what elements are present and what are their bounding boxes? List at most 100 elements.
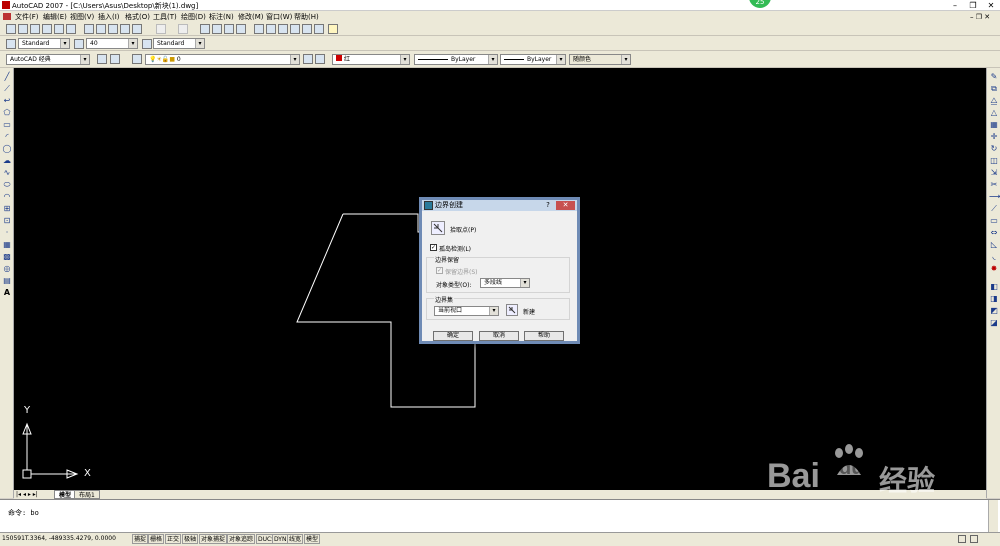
preview-icon[interactable] [54,24,64,34]
model-toggle[interactable]: 模型 [304,534,321,544]
bring-above-icon[interactable]: ◪ [989,318,999,327]
help-question-icon[interactable]: ? [542,201,554,210]
open-icon[interactable] [18,24,28,34]
new-boundary-set-icon[interactable] [506,304,518,316]
layer-previous-icon[interactable] [315,54,325,64]
rectangle-icon[interactable]: ▭ [2,120,12,129]
undo-icon[interactable] [156,24,166,34]
break-at-point-icon[interactable]: ⟋ [989,204,999,213]
erase-icon[interactable]: ✎ [989,72,999,81]
menu-format[interactable]: 格式(O) [125,12,150,22]
boundary-set-select[interactable]: 当前视口 ▾ [434,306,499,316]
menu-insert[interactable]: 插入(I) [98,12,120,22]
pan-icon[interactable] [200,24,210,34]
minimize-icon[interactable]: – [946,0,964,11]
sheet-set-icon[interactable] [290,24,300,34]
help-button[interactable]: 帮助 [524,331,564,341]
rotate-icon[interactable]: ↻ [989,144,999,153]
dialog-close-icon[interactable]: ✕ [556,201,575,210]
bring-front-icon[interactable]: ◨ [989,294,999,303]
menu-tools[interactable]: 工具(T) [153,12,177,22]
cut-icon[interactable] [84,24,94,34]
region-icon[interactable]: ◎ [2,264,12,273]
pick-points-icon[interactable] [431,221,445,235]
doc-window-controls[interactable]: – ❐ ✕ [970,13,990,21]
retain-boundaries-checkbox[interactable]: ✓ [436,267,443,274]
table-icon[interactable]: ▤ [2,276,12,285]
copy-icon[interactable] [96,24,106,34]
ellipse-arc-icon[interactable]: ◠ [2,192,12,201]
ok-button[interactable]: 确定 [433,331,473,341]
tab-layout1[interactable]: 布局1 [74,490,100,499]
markup-icon[interactable] [302,24,312,34]
array-icon[interactable]: ▦ [989,120,999,129]
menu-draw[interactable]: 绘图(D) [181,12,206,22]
line-icon[interactable]: ╱ [2,72,12,81]
linetype-select[interactable]: ByLayer ▾ [414,54,498,65]
floating-badge[interactable]: 25 [749,0,771,8]
clean-screen-icon[interactable] [970,535,978,543]
draw-order-icon[interactable]: ◧ [989,282,999,291]
circle-icon[interactable]: ◯ [2,144,12,153]
color-select[interactable]: 红 ▾ [332,54,410,65]
tool-palettes-icon[interactable] [278,24,288,34]
lineweight-toggle[interactable]: 线宽 [287,534,304,544]
menu-file[interactable]: 文件(F) [15,12,39,22]
arc-icon[interactable]: ◜ [2,132,12,141]
menu-help[interactable]: 帮助(H) [294,12,319,22]
close-icon[interactable]: ✕ [982,0,1000,11]
plotstyle-select[interactable]: 随颜色 ▾ [569,54,631,65]
revision-cloud-icon[interactable]: ☁ [2,156,12,165]
paste-icon[interactable] [108,24,118,34]
workspace-settings-icon[interactable] [97,54,107,64]
menu-window[interactable]: 窗口(W) [266,12,292,22]
join-icon[interactable]: ⇔ [989,228,999,237]
point-icon[interactable]: · [2,228,12,237]
osnap-toggle[interactable]: 对象捕捉 [199,534,228,544]
menu-view[interactable]: 视图(V) [70,12,94,22]
properties-icon[interactable] [254,24,264,34]
zoom-realtime-icon[interactable] [212,24,222,34]
my-workspace-icon[interactable] [110,54,120,64]
menu-dimension[interactable]: 标注(N) [209,12,234,22]
autocad-app-icon[interactable] [2,1,10,9]
ellipse-icon[interactable]: ⬭ [2,180,12,189]
scale-icon[interactable]: ◫ [989,156,999,165]
make-current-layer-icon[interactable] [303,54,313,64]
design-center-icon[interactable] [266,24,276,34]
explode-icon[interactable]: ✸ [989,264,999,273]
redo-icon[interactable] [178,24,188,34]
publish-icon[interactable] [66,24,76,34]
spline-icon[interactable]: ∿ [2,168,12,177]
offset-icon[interactable]: △ [989,108,999,117]
multiline-text-icon[interactable]: A [2,288,12,297]
tab-navigation-arrows[interactable]: |◂ ◂ ▸ ▸| [16,490,38,499]
print-icon[interactable] [42,24,52,34]
stretch-icon[interactable]: ⇲ [989,168,999,177]
hatch-icon[interactable]: ▦ [2,240,12,249]
layer-select[interactable]: 💡☀🔓■ 0 ▾ [145,54,300,65]
tab-model[interactable]: 模型 [54,490,77,499]
extend-icon[interactable]: ⟶ [989,192,1000,201]
construction-line-icon[interactable]: ⟋ [2,84,12,93]
dim-style-select[interactable]: 40 ▾ [86,38,138,49]
cancel-button[interactable]: 取消 [479,331,519,341]
quickcalc-icon[interactable] [314,24,324,34]
tray-settings-icon[interactable] [958,535,966,543]
workspace-select[interactable]: AutoCAD 经典 ▾ [6,54,90,65]
chamfer-icon[interactable]: ◺ [989,240,999,249]
mirror-icon[interactable]: ⧋ [989,96,999,105]
zoom-previous-icon[interactable] [236,24,246,34]
fillet-icon[interactable]: ◟ [989,252,999,261]
layer-manager-icon[interactable] [132,54,142,64]
copy-object-icon[interactable]: ⧉ [989,84,999,93]
grid-toggle[interactable]: 栅格 [148,534,165,544]
text-style-icon[interactable] [6,39,16,49]
menu-edit[interactable]: 编辑(E) [43,12,67,22]
snap-toggle[interactable]: 捕捉 [132,534,149,544]
otrack-toggle[interactable]: 对象追踪 [227,534,256,544]
break-icon[interactable]: ▭ [989,216,999,225]
trim-icon[interactable]: ✂ [989,180,999,189]
table-style-select[interactable]: Standard ▾ [153,38,205,49]
dim-style-icon[interactable] [74,39,84,49]
